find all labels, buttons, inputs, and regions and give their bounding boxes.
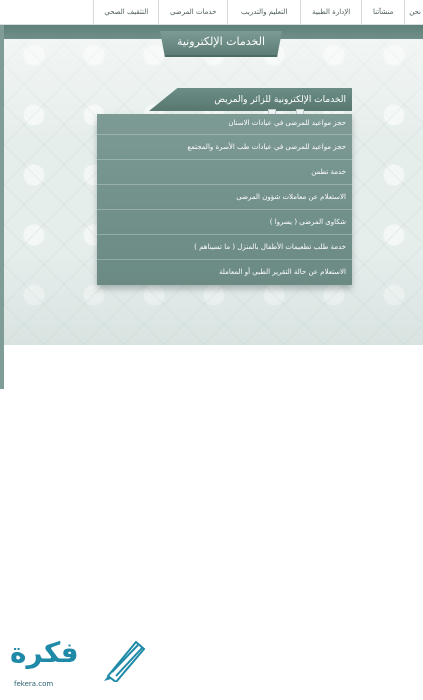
- nav-item-about[interactable]: نحن: [404, 0, 423, 24]
- service-link-family-medicine-appointments[interactable]: حجز مواعيد للمرضى في عيادات طب الأسرة وا…: [97, 135, 352, 160]
- logo-wordmark: فكرة: [10, 636, 79, 669]
- logo-url: fekera.com: [14, 680, 54, 688]
- services-panel: حجز مواعيد للمرضى في عيادات الاسنان حجز …: [97, 114, 352, 285]
- nav-item-health-education[interactable]: التثقيف الصحي: [93, 0, 158, 24]
- nav-item-education-training[interactable]: التعليم والتدريب: [227, 0, 300, 24]
- pencil-icon: [104, 640, 146, 682]
- nav-item-medical-administration[interactable]: الإدارة الطبية: [300, 0, 361, 24]
- service-link-patient-complaints[interactable]: شكاوى المرضى ( يسروا ): [97, 210, 352, 235]
- service-link-patient-affairs-inquiry[interactable]: الاستعلام عن معاملات شؤون المرضى: [97, 185, 352, 210]
- services-heading: الخدمات الإلكترونية للزائر والمريض: [149, 88, 352, 111]
- service-link-home-vaccination[interactable]: خدمة طلب تطعيمات الأطفال بالمنزل ( ما تس…: [97, 235, 352, 260]
- nav-item-patient-services[interactable]: خدمات المرضى: [158, 0, 227, 24]
- page-title: الخدمات الإلكترونية: [160, 31, 282, 57]
- service-link-dental-appointments[interactable]: حجز مواعيد للمرضى في عيادات الاسنان: [97, 114, 352, 135]
- service-link-report-status-inquiry[interactable]: الاستعلام عن حالة التقرير الطبي أو المعا…: [97, 260, 352, 284]
- service-link-tatamman[interactable]: خدمة تطمن: [97, 160, 352, 185]
- top-navigation: نحن منشآتنا الإدارة الطبية التعليم والتد…: [0, 0, 423, 25]
- site-logo: فكرة fekera.com: [6, 636, 146, 692]
- nav-item-facilities[interactable]: منشآتنا: [361, 0, 404, 24]
